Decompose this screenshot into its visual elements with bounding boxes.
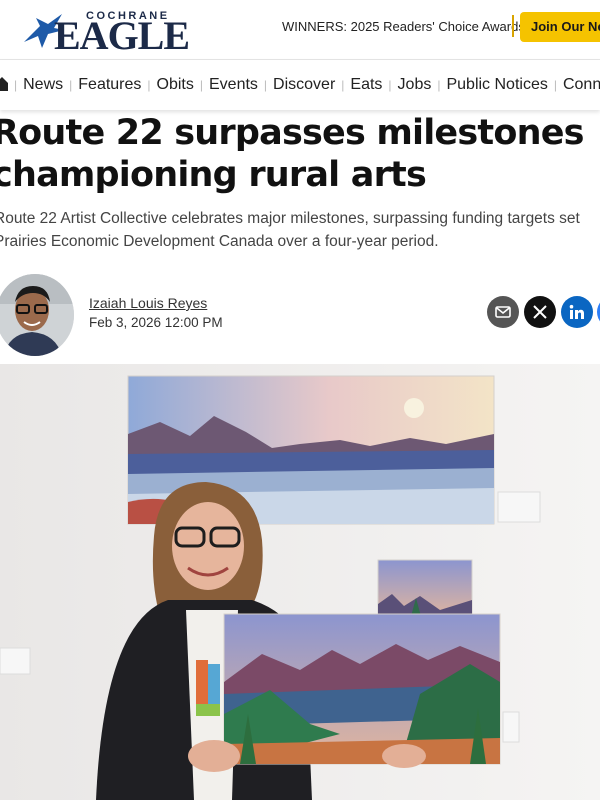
join-newsletter-button[interactable]: Join Our Newsletter [520,12,600,42]
nav-item-features[interactable]: Features [74,76,145,94]
nav-item-events[interactable]: Events [205,76,262,94]
nav-separator: | [147,78,151,92]
site-header: COCHRANE EAGLE WINNERS: 2025 Readers' Ch… [0,0,600,60]
readers-choice-link[interactable]: WINNERS: 2025 Readers' Choice Awards [282,19,525,34]
nav-separator: | [199,78,203,92]
main-nav: | News | Features | Obits | Events | Dis… [0,60,600,110]
linkedin-icon [569,304,584,319]
nav-separator: | [69,78,73,92]
deck-line-2: Prairies Economic Development Canada ove… [0,233,439,250]
author-name-link[interactable]: Izaiah Louis Reyes [89,295,207,311]
nav-separator: | [341,78,345,92]
logo-eagle-text: EAGLE [54,13,190,58]
nav-item-obits[interactable]: Obits [153,76,198,94]
share-email-button[interactable] [487,296,519,328]
article-photo[interactable] [0,364,600,800]
nav-item-connect[interactable]: Connect [559,76,600,94]
headline-line-1: Route 22 surpasses milestones [0,113,584,153]
site-logo[interactable]: COCHRANE EAGLE [22,8,192,58]
share-linkedin-button[interactable] [561,296,593,328]
nav-separator: | [437,78,441,92]
article-deck: Route 22 Artist Collective celebrates ma… [0,207,600,253]
nav-item-eats[interactable]: Eats [346,76,386,94]
email-icon [495,306,511,318]
deck-line-1: Route 22 Artist Collective celebrates ma… [0,210,580,227]
header-divider [512,15,514,37]
nav-separator: | [553,78,557,92]
publish-date: Feb 3, 2026 12:00 PM [89,315,223,330]
article-headline: Route 22 surpasses milestones championin… [0,112,600,196]
author-avatar[interactable] [0,274,74,356]
nav-separator: | [263,78,268,92]
nav-separator: | [388,78,392,92]
artist-with-paintings-image [0,364,600,800]
nav-item-jobs[interactable]: Jobs [394,76,436,94]
share-x-button[interactable] [524,296,556,328]
home-icon[interactable] [0,76,8,92]
nav-items: | News | Features | Obits | Events | Dis… [12,76,600,94]
headline-line-2: championing rural arts [0,155,427,195]
nav-item-news[interactable]: News [19,76,67,94]
author-photo-icon [0,274,74,356]
nav-item-public-notices[interactable]: Public Notices [442,76,551,94]
nav-item-discover[interactable]: Discover [269,76,339,94]
x-icon [533,305,547,319]
nav-separator: | [14,78,18,92]
